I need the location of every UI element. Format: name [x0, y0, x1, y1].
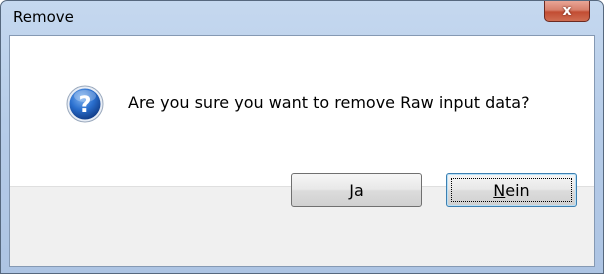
focus-rectangle	[451, 178, 572, 202]
svg-text:?: ?	[79, 93, 92, 118]
close-button[interactable]: x	[544, 1, 590, 22]
title-bar[interactable]: Remove x	[1, 1, 603, 35]
question-icon: ?	[66, 85, 104, 123]
dialog-client-area: ? Are you sure you want to remove Raw in…	[9, 35, 595, 267]
window-title: Remove	[13, 8, 74, 26]
dialog-message: Are you sure you want to remove Raw inpu…	[128, 93, 530, 112]
message-area: ? Are you sure you want to remove Raw in…	[10, 36, 594, 186]
close-icon: x	[562, 3, 572, 19]
yes-button-label: a	[353, 180, 364, 200]
no-button[interactable]: Nein	[446, 173, 577, 207]
yes-button[interactable]: Ja	[291, 173, 422, 207]
dialog-window: Remove x ? Are you sure you want to remo…	[0, 0, 604, 274]
